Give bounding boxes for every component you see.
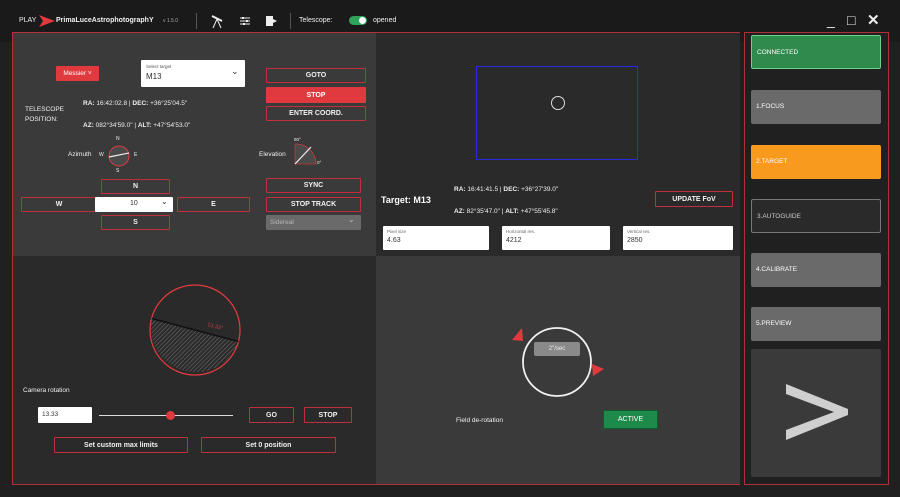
compass-west: W xyxy=(99,152,104,158)
settings-sliders-icon[interactable] xyxy=(239,15,251,27)
chevron-right-icon xyxy=(786,384,848,440)
telescope-icon[interactable] xyxy=(210,13,224,29)
select-target-label: Select target xyxy=(146,64,172,69)
brand-name: PrimaLuceAstrophotographY xyxy=(56,17,154,24)
telescope-radec: RA: 16:42:02.8 | DEC: +36°25'04.5" xyxy=(83,100,188,107)
derotation-circle-icon xyxy=(512,327,604,397)
sidebar-item-calibrate[interactable]: 4.CALIBRATE xyxy=(751,253,881,287)
rotation-go-button[interactable]: GO xyxy=(249,407,294,423)
target-azalt: AZ: 82°35'47.0" | ALT: +47°55'45.8" xyxy=(454,208,558,215)
minimize-button[interactable]: _ xyxy=(827,12,835,28)
field-derotation-label: Field de-rotation xyxy=(456,417,503,424)
compass-north: N xyxy=(116,136,120,142)
telescope-label: Telescope: xyxy=(299,17,333,24)
divider xyxy=(196,13,197,29)
maximize-button[interactable]: □ xyxy=(847,12,855,28)
target-title: Target: M13 xyxy=(381,195,431,205)
pixel-size-label: Pixel size xyxy=(387,229,407,234)
camera-rotation-label: Camera rotation xyxy=(23,387,70,394)
rotation-panel: 13.33° Camera rotation 13.33 GO STOP Set… xyxy=(13,256,376,484)
fov-panel: Target: M13 RA: 16:41:41.5 | DEC: +36°27… xyxy=(376,33,740,256)
rotation-stop-button[interactable]: STOP xyxy=(304,407,352,423)
telescope-azalt: AZ: 082°34'59.0" | ALT: +47°54'53.0" xyxy=(83,122,191,129)
fov-rectangle xyxy=(476,66,638,160)
sidebar-item-preview[interactable]: 5.PREVIEW xyxy=(751,307,881,341)
rotation-slider-thumb[interactable] xyxy=(166,411,175,420)
horizontal-res-field[interactable]: Horizontal res. 4212 xyxy=(502,226,610,250)
sidebar-item-focus[interactable]: 1.FOCUS xyxy=(751,90,881,124)
update-fov-button[interactable]: UPDATE FoV xyxy=(655,191,733,207)
stop-track-button[interactable]: STOP TRACK xyxy=(266,197,361,212)
tracking-mode-value: Sidereal xyxy=(270,219,294,226)
sidebar-item-autoguide[interactable]: 3.AUTOGUIDE xyxy=(751,199,881,233)
sidebar-item-connected[interactable]: CONNECTED xyxy=(751,35,881,69)
vertical-res-label: Vertical res. xyxy=(627,229,651,234)
target-radec: RA: 16:41:41.5 | DEC: +36°27'39.0" xyxy=(454,186,559,193)
speed-select[interactable]: 10 ⌄ xyxy=(95,197,173,212)
derotation-active-button[interactable]: ACTIVE xyxy=(603,410,658,429)
tracking-mode-select[interactable]: Sidereal ⌄ xyxy=(266,215,361,230)
rotation-input-value: 13.33 xyxy=(42,411,59,418)
telescope-position-label: TELESCOPE xyxy=(25,106,65,113)
set-zero-position-button[interactable]: Set 0 position xyxy=(201,437,336,453)
target-select[interactable]: Select target M13 ⌄ xyxy=(141,60,245,87)
derotation-speed-badge: 2"/sec xyxy=(534,342,580,356)
next-step-button[interactable] xyxy=(751,349,881,477)
select-target-value: M13 xyxy=(146,72,162,81)
speed-value: 10 xyxy=(130,200,138,207)
vertical-res-field[interactable]: Vertical res. 2850 xyxy=(623,226,733,250)
sidebar-item-target[interactable]: 2.TARGET xyxy=(751,145,881,179)
horizontal-res-label: Horizontal res. xyxy=(506,229,536,234)
enter-coord-button[interactable]: ENTER COORD. xyxy=(266,106,366,121)
sync-button[interactable]: SYNC xyxy=(266,178,361,193)
elevation-gauge-icon xyxy=(294,143,317,165)
telescope-status: opened xyxy=(373,17,397,24)
pixel-size-value: 4.63 xyxy=(387,237,401,244)
move-south-button[interactable]: S xyxy=(101,215,170,230)
move-north-button[interactable]: N xyxy=(101,179,170,194)
move-east-button[interactable]: E xyxy=(177,197,250,212)
stop-button[interactable]: STOP xyxy=(266,87,366,103)
elevation-label: Elevation xyxy=(259,151,286,158)
vertical-res-value: 2850 xyxy=(627,237,643,244)
azimuth-dial-icon xyxy=(108,145,130,167)
toggle-knob xyxy=(359,17,366,24)
rotation-input[interactable]: 13.33 xyxy=(38,407,92,423)
primaluce-logo-icon xyxy=(39,15,55,27)
horizontal-res-value: 4212 xyxy=(506,237,522,244)
pixel-size-field[interactable]: Pixel size 4.63 xyxy=(383,226,489,250)
export-icon[interactable] xyxy=(265,14,278,27)
target-marker-icon xyxy=(551,96,565,110)
chevron-down-icon: ⌄ xyxy=(161,197,168,206)
set-custom-limits-button[interactable]: Set custom max limits xyxy=(54,437,188,453)
target-panel: Messier ˅ Select target M13 ⌄ GOTO STOP … xyxy=(13,33,376,256)
move-west-button[interactable]: W xyxy=(21,197,97,212)
chevron-down-icon: ⌄ xyxy=(348,215,355,224)
close-button[interactable]: ✕ xyxy=(867,11,880,29)
play-label: PLAY xyxy=(19,17,37,24)
telescope-position-label-2: POSITION: xyxy=(25,116,58,123)
divider xyxy=(290,13,291,29)
rotation-dial[interactable]: 13.33° xyxy=(147,282,243,378)
derotation-panel: 2"/sec Field de-rotation ACTIVE xyxy=(376,256,740,484)
goto-button[interactable]: GOTO xyxy=(266,68,366,83)
catalog-dropdown-button[interactable]: Messier ˅ xyxy=(56,66,99,81)
compass-east: E xyxy=(134,152,138,158)
telescope-toggle[interactable] xyxy=(349,16,367,25)
chevron-down-icon: ⌄ xyxy=(231,66,239,76)
version-label: v 1.5.0 xyxy=(163,18,179,24)
azimuth-label: Azimuth xyxy=(68,151,92,158)
